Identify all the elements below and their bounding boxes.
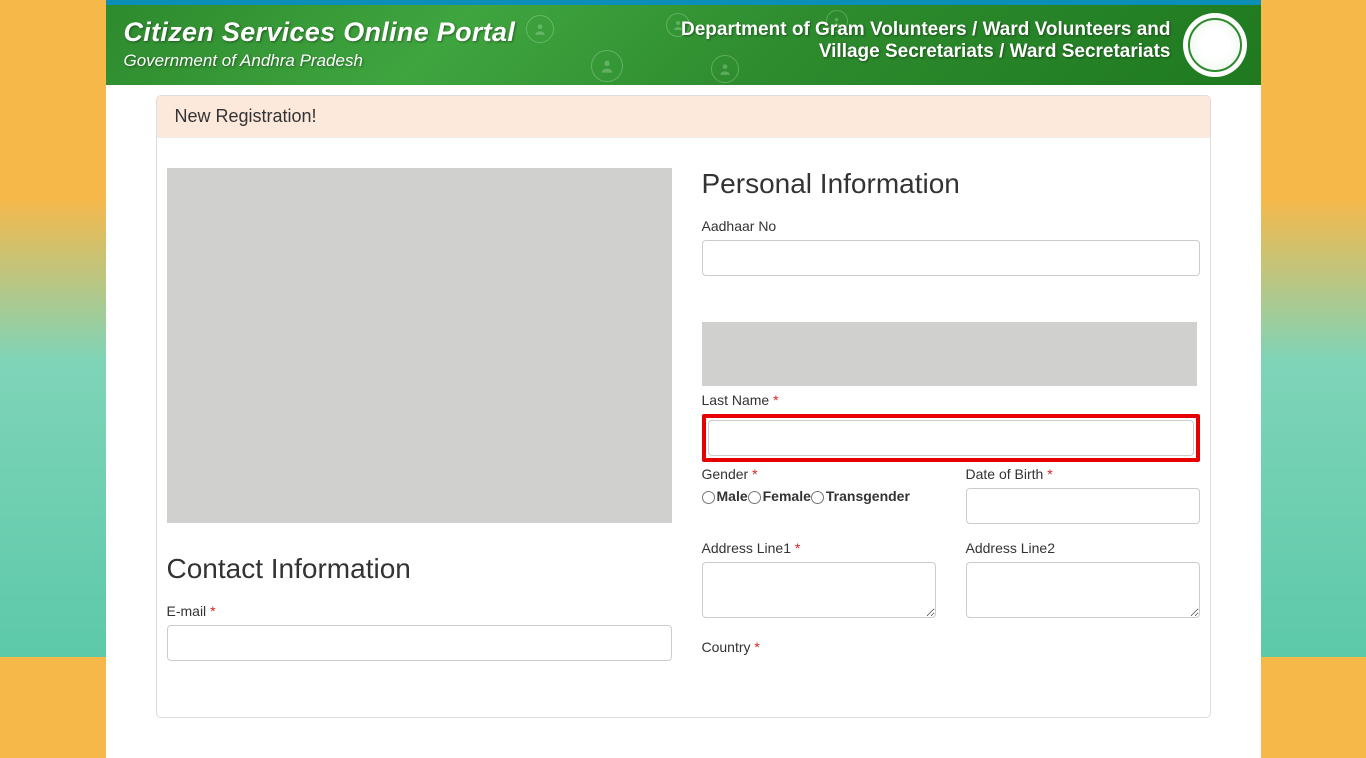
addr1-field[interactable] bbox=[702, 562, 936, 618]
addr2-field[interactable] bbox=[966, 562, 1200, 618]
registration-panel: New Registration! Create Profile Contact… bbox=[156, 95, 1211, 718]
addr1-group: Address Line1 * bbox=[702, 540, 936, 623]
panel-body: Create Profile Contact Information E-mai… bbox=[157, 138, 1210, 717]
dept-line-1: Department of Gram Volunteers / Ward Vol… bbox=[681, 19, 1171, 41]
required-icon: * bbox=[752, 466, 757, 482]
lastname-highlight bbox=[702, 414, 1200, 462]
addr1-label-text: Address Line1 bbox=[702, 540, 792, 556]
page-content: New Registration! Create Profile Contact… bbox=[106, 85, 1261, 758]
gender-label: Gender * bbox=[702, 466, 936, 482]
gender-male-radio[interactable] bbox=[702, 491, 715, 504]
panel-heading: New Registration! bbox=[157, 96, 1210, 138]
dept-line-2: Village Secretariats / Ward Secretariats bbox=[681, 41, 1171, 63]
required-icon: * bbox=[210, 603, 215, 619]
required-icon: * bbox=[795, 540, 800, 556]
aadhaar-group: Aadhaar No bbox=[702, 218, 1200, 276]
gender-male-label: Male bbox=[717, 488, 748, 504]
dob-field[interactable] bbox=[966, 488, 1200, 524]
header-right: Department of Gram Volunteers / Ward Vol… bbox=[681, 19, 1171, 63]
required-icon: * bbox=[773, 392, 778, 408]
email-field[interactable] bbox=[167, 625, 672, 661]
lastname-label-text: Last Name bbox=[702, 392, 770, 408]
dob-group: Date of Birth * bbox=[966, 466, 1200, 524]
right-column: Personal Information Aadhaar No Last Nam… bbox=[702, 168, 1200, 677]
gender-transgender-radio[interactable] bbox=[811, 491, 824, 504]
lastname-group: Last Name * bbox=[702, 392, 1200, 462]
gender-group: Gender * Male Female Transgender bbox=[702, 466, 936, 524]
email-label: E-mail * bbox=[167, 603, 672, 619]
gender-dob-row: Gender * Male Female Transgender Date of B… bbox=[702, 466, 1200, 540]
aadhaar-label: Aadhaar No bbox=[702, 218, 1200, 234]
country-label-text: Country bbox=[702, 639, 751, 655]
country-label: Country * bbox=[702, 639, 1200, 655]
email-group: E-mail * bbox=[167, 603, 672, 661]
profile-photo-placeholder bbox=[167, 168, 672, 523]
gender-label-text: Gender bbox=[702, 466, 749, 482]
page-container: Citizen Services Online Portal Governmen… bbox=[106, 0, 1261, 758]
page-header: Citizen Services Online Portal Governmen… bbox=[106, 5, 1261, 85]
lastname-label: Last Name * bbox=[702, 392, 1200, 408]
gender-transgender-label: Transgender bbox=[826, 488, 910, 504]
country-group: Country * bbox=[702, 639, 1200, 655]
dob-label: Date of Birth * bbox=[966, 466, 1200, 482]
dob-label-text: Date of Birth bbox=[966, 466, 1044, 482]
gender-radio-row: Male Female Transgender bbox=[702, 488, 936, 504]
addr2-label: Address Line2 bbox=[966, 540, 1200, 556]
contact-info-heading: Contact Information bbox=[167, 553, 672, 585]
required-icon: * bbox=[1047, 466, 1052, 482]
email-label-text: E-mail bbox=[167, 603, 207, 619]
aadhaar-field[interactable] bbox=[702, 240, 1200, 276]
address-row: Address Line1 * Address Line2 bbox=[702, 540, 1200, 639]
gender-female-radio[interactable] bbox=[748, 491, 761, 504]
state-emblem-logo bbox=[1183, 13, 1247, 77]
personal-info-heading: Personal Information bbox=[702, 168, 1200, 200]
addr1-label: Address Line1 * bbox=[702, 540, 936, 556]
required-icon: * bbox=[754, 639, 759, 655]
hidden-row-placeholder bbox=[702, 322, 1197, 386]
lastname-field[interactable] bbox=[708, 420, 1194, 456]
addr2-group: Address Line2 bbox=[966, 540, 1200, 623]
left-column: Create Profile Contact Information E-mai… bbox=[167, 168, 672, 677]
gender-female-label: Female bbox=[763, 488, 811, 504]
